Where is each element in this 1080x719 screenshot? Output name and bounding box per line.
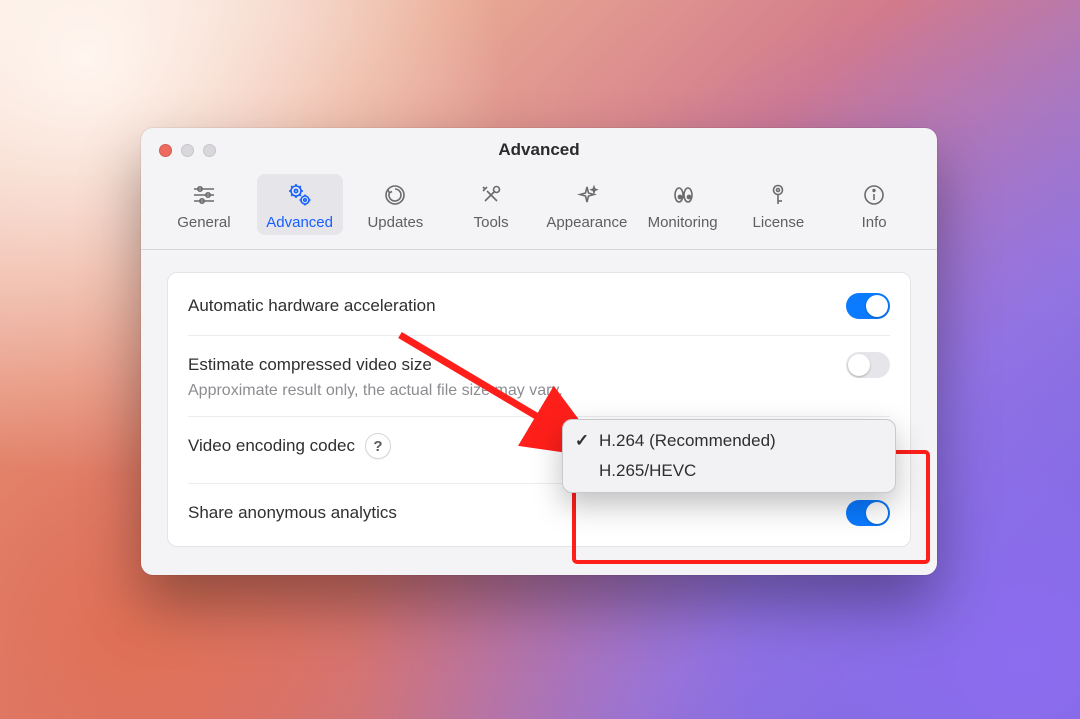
advanced-settings-panel: Automatic hardware acceleration Estimate…	[167, 272, 911, 547]
tab-label: Advanced	[266, 214, 333, 231]
tab-updates[interactable]: Updates	[353, 174, 439, 235]
codec-option-h264[interactable]: ✓ H.264 (Recommended)	[569, 426, 889, 456]
setting-label: Estimate compressed video size	[188, 355, 432, 375]
tab-label: Appearance	[546, 214, 627, 231]
option-label: H.265/HEVC	[599, 461, 696, 481]
preferences-content: Automatic hardware acceleration Estimate…	[141, 250, 937, 575]
setting-label: Automatic hardware acceleration	[188, 296, 436, 316]
estimate-size-toggle[interactable]	[846, 352, 890, 378]
setting-row-hw-accel: Automatic hardware acceleration	[188, 277, 890, 335]
setting-label: Share anonymous analytics	[188, 503, 397, 523]
setting-description: Approximate result only, the actual file…	[188, 382, 890, 400]
tab-monitoring[interactable]: Monitoring	[640, 174, 726, 235]
tab-general[interactable]: General	[161, 174, 247, 235]
codec-option-h265[interactable]: H.265/HEVC	[569, 456, 889, 486]
tab-label: General	[177, 214, 230, 231]
eyes-icon	[669, 180, 697, 210]
analytics-toggle[interactable]	[846, 500, 890, 526]
info-icon	[860, 180, 888, 210]
preferences-toolbar: General Advanced	[141, 172, 937, 250]
tab-label: Tools	[474, 214, 509, 231]
codec-help-button[interactable]: ?	[365, 433, 391, 459]
tab-label: License	[753, 214, 805, 231]
tools-icon	[477, 180, 505, 210]
tab-label: Info	[862, 214, 887, 231]
tab-advanced[interactable]: Advanced	[257, 174, 343, 235]
tab-appearance[interactable]: Appearance	[544, 174, 630, 235]
tab-label: Updates	[367, 214, 423, 231]
refresh-icon	[381, 180, 409, 210]
setting-row-codec: Video encoding codec ? ✓ H.264 (Recommen…	[188, 416, 890, 483]
setting-label: Video encoding codec ?	[188, 433, 391, 459]
zoom-button[interactable]	[203, 144, 216, 157]
codec-dropdown-menu: ✓ H.264 (Recommended) H.265/HEVC	[562, 419, 896, 493]
tab-license[interactable]: License	[736, 174, 822, 235]
window-title: Advanced	[498, 140, 579, 160]
window-controls	[159, 144, 216, 157]
check-icon: ✓	[573, 431, 591, 451]
preferences-window: Advanced General	[141, 128, 937, 575]
gears-icon	[285, 180, 315, 210]
close-button[interactable]	[159, 144, 172, 157]
option-label: H.264 (Recommended)	[599, 431, 776, 451]
tab-label: Monitoring	[648, 214, 718, 231]
codec-label-text: Video encoding codec	[188, 436, 355, 456]
minimize-button[interactable]	[181, 144, 194, 157]
tab-tools[interactable]: Tools	[448, 174, 534, 235]
sliders-icon	[190, 180, 218, 210]
sparkles-icon	[573, 180, 601, 210]
window-titlebar: Advanced	[141, 128, 937, 172]
tab-info[interactable]: Info	[831, 174, 917, 235]
setting-row-estimate-size: Estimate compressed video size Approxima…	[188, 335, 890, 416]
key-icon	[764, 180, 792, 210]
hw-accel-toggle[interactable]	[846, 293, 890, 319]
